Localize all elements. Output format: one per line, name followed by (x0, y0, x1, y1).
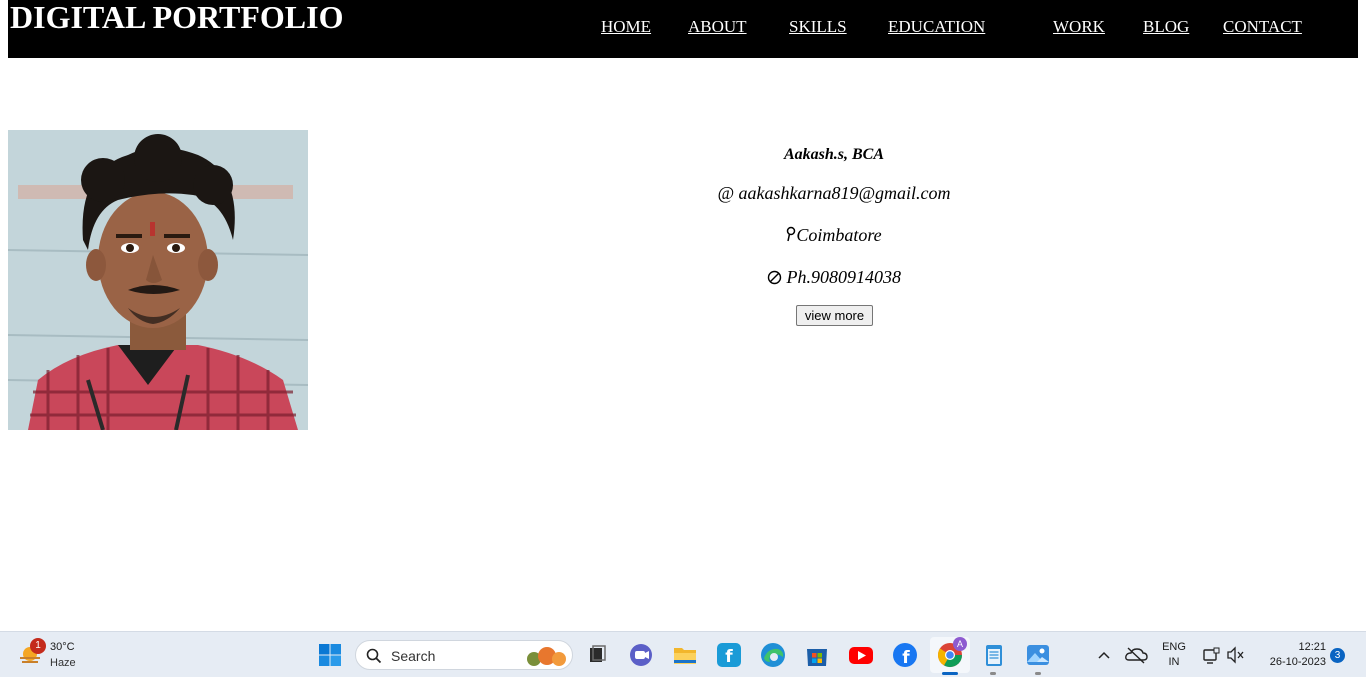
edge-browser-icon[interactable] (758, 640, 788, 670)
nav-education[interactable]: EDUCATION (888, 17, 985, 37)
weather-widget[interactable]: 1 30°C Haze (16, 638, 96, 672)
notepad-running-indicator (990, 672, 996, 675)
chat-icon[interactable] (626, 640, 656, 670)
volume-muted-icon[interactable] (1222, 640, 1252, 670)
site-title: DIGITAL PORTFOLIO (10, 0, 344, 35)
language-line2: IN (1168, 656, 1180, 668)
photos-icon[interactable] (1023, 640, 1053, 670)
task-view-icon[interactable] (582, 640, 612, 670)
weather-temp: 30°C (50, 641, 75, 653)
profile-phone: Ph.9080914038 (634, 266, 1034, 288)
weather-condition: Haze (50, 657, 76, 669)
clock[interactable]: 12:21 26-10-2023 (1256, 640, 1326, 670)
nav-blog[interactable]: BLOG (1143, 17, 1189, 37)
svg-text:f: f (902, 648, 910, 668)
photos-running-indicator (1035, 672, 1041, 675)
chrome-profile-badge: A (953, 637, 967, 651)
location-text: Coimbatore (796, 225, 882, 245)
taskbar: 1 30°C Haze Search f f A ENG IN 12:21 26… (0, 631, 1366, 677)
clock-date: 26-10-2023 (1269, 656, 1326, 668)
view-more-button[interactable]: view more (796, 305, 873, 326)
email-text: aakashkarna819@gmail.com (738, 183, 951, 203)
chrome-running-indicator (942, 672, 958, 675)
taskbar-search-box[interactable]: Search (355, 640, 573, 670)
language-indicator[interactable]: ENG IN (1158, 640, 1190, 670)
nav-work[interactable]: WORK (1053, 17, 1105, 37)
phone-text: Ph.9080914038 (786, 267, 902, 287)
clock-time: 12:21 (1298, 641, 1326, 653)
nav-skills[interactable]: SKILLS (789, 17, 847, 37)
social-app-icon[interactable]: f (714, 640, 744, 670)
language-line1: ENG (1162, 641, 1186, 653)
phone-icon (767, 267, 782, 287)
header-bar: DIGITAL PORTFOLIO HOME ABOUT SKILLS EDUC… (8, 0, 1358, 58)
location-pin-icon (786, 225, 796, 245)
windows-start-icon[interactable] (315, 640, 345, 670)
fruit-illustration-icon (527, 647, 566, 666)
weather-badge: 1 (30, 638, 46, 654)
notepad-icon[interactable] (979, 640, 1009, 670)
chevron-up-icon[interactable] (1092, 640, 1122, 670)
youtube-icon[interactable] (846, 640, 876, 670)
onedrive-offline-icon[interactable] (1122, 640, 1152, 670)
facebook-icon[interactable]: f (890, 640, 920, 670)
store-icon[interactable] (802, 640, 832, 670)
at-sign-icon: @ (717, 183, 734, 203)
profile-email: @ aakashkarna819@gmail.com (634, 182, 1034, 204)
file-explorer-icon[interactable] (670, 640, 700, 670)
nav-contact[interactable]: CONTACT (1223, 17, 1302, 37)
page: DIGITAL PORTFOLIO HOME ABOUT SKILLS EDUC… (0, 0, 1366, 677)
profile-name: Aakash.s, BCA (783, 146, 885, 163)
search-icon (366, 648, 382, 664)
svg-text:f: f (725, 647, 733, 667)
profile-location: Coimbatore (634, 224, 1034, 246)
profile-photo (8, 130, 308, 430)
nav-home[interactable]: HOME (601, 17, 651, 37)
chrome-browser-icon[interactable]: A (935, 637, 967, 670)
nav-about[interactable]: ABOUT (688, 17, 747, 37)
notification-count-badge[interactable]: 3 (1330, 648, 1345, 663)
search-label: Search (391, 648, 436, 664)
